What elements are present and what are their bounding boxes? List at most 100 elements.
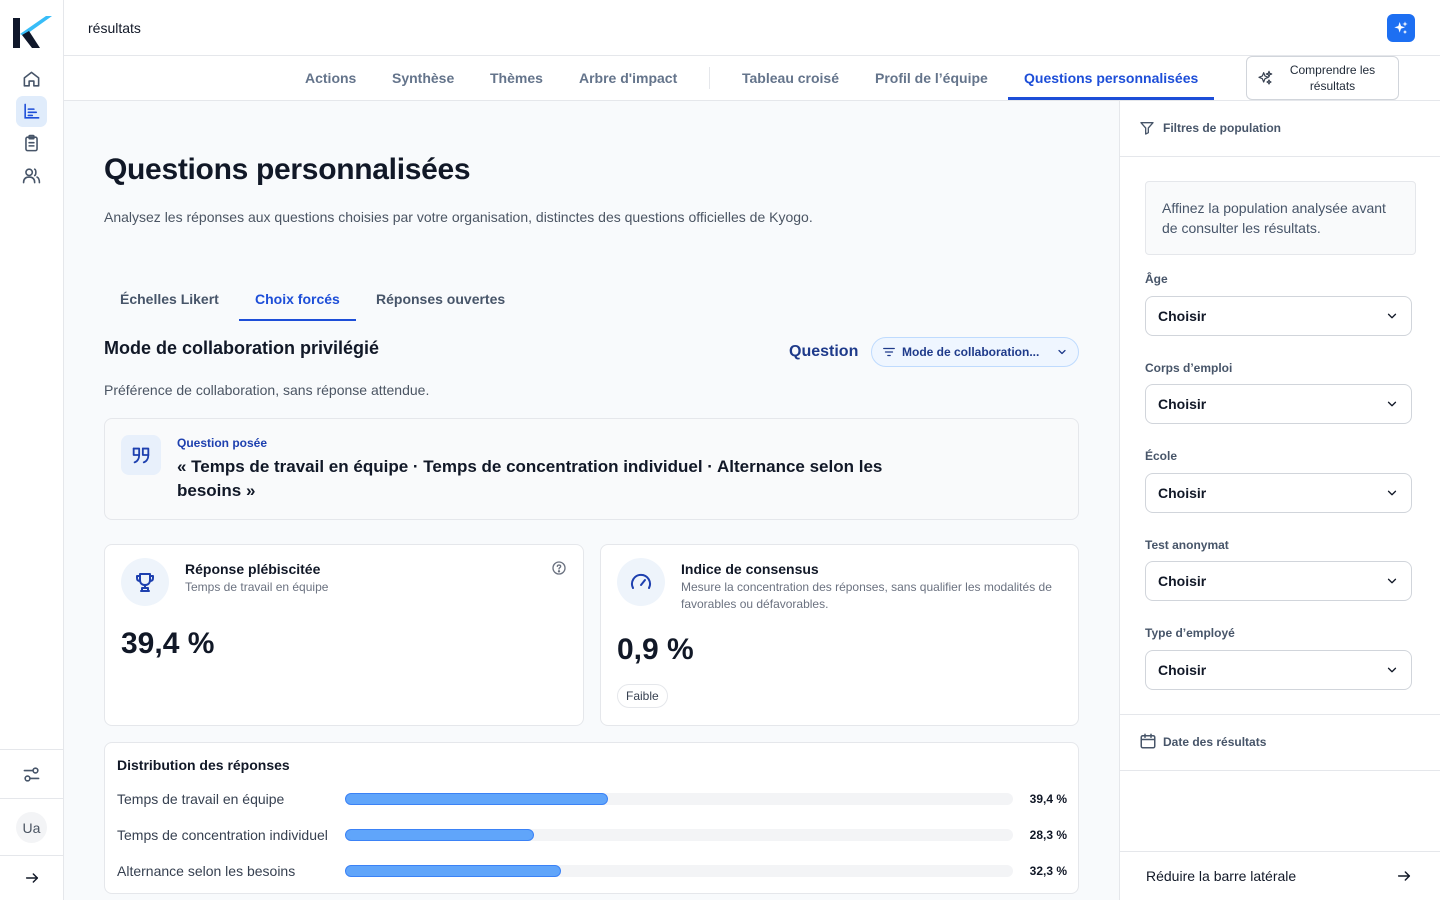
sidebar-divider (1120, 770, 1440, 771)
consensus-badge: Faible (617, 684, 668, 708)
distribution-title: Distribution des réponses (117, 757, 290, 773)
kpi-title: Réponse plébiscitée (185, 561, 321, 577)
results-date-toggle[interactable]: Date des résultats (1163, 735, 1266, 749)
main-nav: Actions Synthèse Thèmes Arbre d'impact T… (64, 56, 1440, 101)
section-description: Préférence de collaboration, sans répons… (104, 382, 430, 398)
filter-select-ecole[interactable]: Choisir (1145, 473, 1412, 513)
kpi-title: Indice de consensus (681, 561, 819, 577)
tab-synthese[interactable]: Synthèse (392, 70, 454, 86)
filter-select-value: Choisir (1158, 396, 1207, 412)
question-card: Question posée « Temps de travail en équ… (104, 418, 1079, 520)
subtab-echelles-likert[interactable]: Échelles Likert (120, 291, 219, 307)
gauge-icon (617, 558, 665, 606)
chevron-down-icon (1387, 490, 1397, 496)
distribution-track (345, 829, 1013, 841)
filter-label-test-anonymat: Test anonymat (1145, 538, 1229, 552)
calendar-icon (1140, 733, 1156, 749)
filters-sidebar: Filtres de population Affinez la populat… (1119, 101, 1440, 900)
question-select-value: Mode de collaboration... (902, 345, 1040, 359)
arrow-right-icon[interactable] (16, 862, 47, 893)
distribution-card: Distribution des réponses Temps de trava… (104, 742, 1079, 894)
distribution-label: Alternance selon les besoins (117, 863, 296, 879)
kpi-card-top-answer: Réponse plébiscitée Temps de travail en … (104, 544, 584, 726)
kpi-subtitle: Temps de travail en équipe (185, 580, 329, 594)
distribution-bar (345, 865, 561, 877)
tab-themes[interactable]: Thèmes (490, 70, 543, 86)
kpi-value: 0,9 % (617, 633, 694, 666)
question-select[interactable]: Mode de collaboration... (871, 337, 1079, 367)
filter-lines-icon (883, 347, 895, 357)
active-subtab-indicator (239, 319, 356, 321)
tab-arbre-impact[interactable]: Arbre d'impact (579, 70, 677, 86)
distribution-bar (345, 793, 609, 805)
sidebar-divider (1120, 851, 1440, 852)
question-card-text: « Temps de travail en équipe · Temps de … (177, 457, 883, 500)
filter-label-age: Âge (1145, 272, 1168, 286)
main-content: Questions personnalisées Analysez les ré… (64, 101, 1119, 900)
filter-label-corps-emploi: Corps d’emploi (1145, 361, 1233, 375)
chevron-down-icon (1058, 349, 1066, 355)
rail-divider (0, 855, 64, 856)
chevron-down-icon (1387, 401, 1397, 407)
sparkles-icon (1394, 21, 1408, 34)
subtab-choix-forces[interactable]: Choix forcés (255, 291, 340, 307)
arrow-right-icon[interactable] (1396, 868, 1412, 884)
kpi-card-consensus: Indice de consensus Mesure la concentrat… (600, 544, 1079, 726)
kyogo-logo[interactable] (10, 14, 54, 50)
page-title: Questions personnalisées (104, 153, 471, 186)
chevron-down-icon (1387, 313, 1397, 319)
understand-results-button[interactable]: Comprendre les résultats (1246, 56, 1399, 100)
filter-icon (1140, 122, 1154, 135)
avatar[interactable]: Ua (16, 812, 47, 843)
distribution-row: Temps de travail en équipe 39,4 % (117, 789, 1067, 809)
kpi-subtitle: Mesure la concentration des réponses, sa… (681, 580, 1052, 611)
page-description: Analysez les réponses aux questions choi… (104, 209, 813, 225)
filter-select-test-anonymat[interactable]: Choisir (1145, 561, 1412, 601)
distribution-bar (345, 829, 535, 841)
active-tab-indicator (1008, 97, 1214, 100)
quote-icon (121, 435, 161, 475)
filter-select-value: Choisir (1158, 485, 1207, 501)
rail-divider (0, 798, 64, 799)
chevron-down-icon (1387, 578, 1397, 584)
tab-questions-personnalisees[interactable]: Questions personnalisées (1024, 70, 1198, 86)
left-rail: Ua (0, 0, 64, 900)
question-card-kicker: Question posée (177, 436, 268, 450)
collapse-sidebar-button[interactable]: Réduire la barre latérale (1146, 868, 1296, 884)
chart-icon[interactable] (16, 96, 47, 127)
ai-assistant-button[interactable] (1387, 14, 1415, 42)
tab-profil-equipe[interactable]: Profil de l’équipe (875, 70, 988, 86)
help-circle-icon[interactable] (551, 560, 567, 581)
filter-select-age[interactable]: Choisir (1145, 296, 1412, 336)
home-icon[interactable] (16, 64, 47, 95)
filter-label-type-employe: Type d’employé (1145, 626, 1235, 640)
rail-divider (0, 749, 64, 750)
understand-results-label: Comprendre les résultats (1289, 63, 1376, 93)
users-icon[interactable] (16, 160, 47, 191)
clipboard-icon[interactable] (16, 128, 47, 159)
distribution-row: Temps de concentration individuel 28,3 % (117, 825, 1067, 845)
kpi-value: 39,4 % (121, 627, 215, 660)
subtab-reponses-ouvertes[interactable]: Réponses ouvertes (376, 291, 505, 307)
nav-divider (709, 67, 710, 89)
filter-select-value: Choisir (1158, 308, 1207, 324)
distribution-track (345, 865, 1013, 877)
filter-select-type-employe[interactable]: Choisir (1145, 650, 1412, 690)
distribution-row: Alternance selon les besoins 32,3 % (117, 861, 1067, 881)
filter-select-corps-emploi[interactable]: Choisir (1145, 384, 1412, 424)
sparkles-icon (1258, 70, 1273, 85)
filters-header[interactable]: Filtres de population (1120, 101, 1440, 157)
chevron-down-icon (1387, 667, 1397, 673)
distribution-label: Temps de travail en équipe (117, 791, 285, 807)
distribution-value: 28,3 % (1029, 828, 1067, 842)
sliders-icon[interactable] (16, 759, 47, 790)
distribution-value: 32,3 % (1029, 864, 1067, 878)
distribution-label: Temps de concentration individuel (117, 827, 328, 843)
filter-label-ecole: École (1145, 449, 1178, 463)
tab-actions[interactable]: Actions (305, 70, 356, 86)
breadcrumb[interactable]: résultats (88, 20, 141, 36)
sidebar-divider (1120, 714, 1440, 715)
tab-tableau-croise[interactable]: Tableau croisé (742, 70, 839, 86)
question-label: Question (789, 343, 859, 360)
distribution-track (345, 793, 1013, 805)
